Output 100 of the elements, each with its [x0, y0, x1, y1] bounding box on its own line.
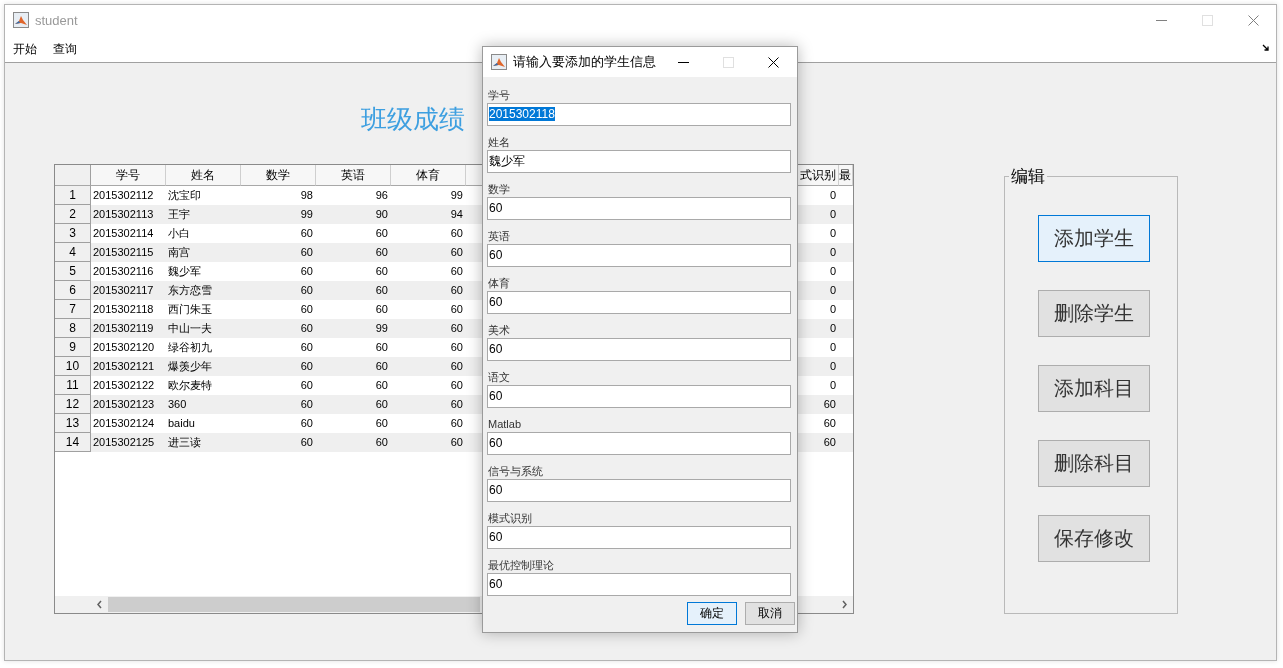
- dialog-button[interactable]: 确定: [687, 602, 737, 625]
- table-cell-text: 60: [299, 245, 314, 260]
- table-cell-text: 2015302112: [92, 188, 155, 203]
- column-header: 英语: [316, 165, 391, 186]
- input-field[interactable]: 60: [487, 244, 791, 267]
- scrollbar-thumb[interactable]: [108, 597, 480, 612]
- table-cell-text: 60: [299, 283, 314, 298]
- table-cell-text: 2015302123: [92, 397, 156, 412]
- table-cell-text: 60: [374, 397, 389, 412]
- row-number: 12: [55, 395, 91, 414]
- table-cell-text: 0: [828, 245, 837, 260]
- row-number: 1: [55, 186, 91, 205]
- field-label: 姓名: [487, 135, 510, 150]
- field-label: 信号与系统: [487, 464, 543, 479]
- table-cell-text: 60: [299, 264, 314, 279]
- table-cell-text: 魏少军: [167, 264, 202, 279]
- group-title: 编辑: [1010, 166, 1046, 186]
- window-title: student: [35, 12, 78, 28]
- app-peak-icon: [13, 12, 29, 28]
- action-button[interactable]: 添加科目: [1038, 365, 1150, 412]
- row-number: 9: [55, 338, 91, 357]
- table-cell-text: 60: [299, 302, 314, 317]
- table-cell-text: baidu: [167, 416, 196, 431]
- table-cell-text: 2015302114: [92, 226, 155, 241]
- dialog-button[interactable]: 取消: [745, 602, 795, 625]
- row-number: 3: [55, 224, 91, 243]
- field-label: 体育: [487, 276, 510, 291]
- app-peak-icon: [491, 54, 507, 70]
- field-label: 最优控制理论: [487, 558, 554, 573]
- close-icon[interactable]: [768, 56, 779, 68]
- action-button[interactable]: 添加学生: [1038, 215, 1150, 262]
- table-cell-text: 60: [374, 340, 389, 355]
- table-cell-text: 60: [449, 302, 464, 317]
- input-field[interactable]: 60: [487, 385, 791, 408]
- action-button[interactable]: 保存修改: [1038, 515, 1150, 562]
- menu-item[interactable]: 查询: [45, 38, 85, 59]
- table-cell-text: 60: [449, 359, 464, 374]
- action-button[interactable]: 删除学生: [1038, 290, 1150, 337]
- table-cell-text: 东方恋雪: [167, 283, 213, 298]
- row-number: 13: [55, 414, 91, 433]
- input-field[interactable]: 2015302118: [487, 103, 791, 126]
- column-header: 式识别: [798, 165, 839, 186]
- row-number: 11: [55, 376, 91, 395]
- table-cell-text: 60: [822, 435, 837, 450]
- table-cell-text: 60: [374, 416, 389, 431]
- table-cell-text: 王宇: [167, 207, 191, 222]
- table-cell-text: 60: [449, 378, 464, 393]
- input-field[interactable]: 60: [487, 573, 791, 596]
- table-cell-text: 2015302116: [92, 264, 155, 279]
- table-cell-text: 60: [299, 378, 314, 393]
- table-cell-text: 爆羡少年: [167, 359, 213, 374]
- table-cell-text: 60: [374, 245, 389, 260]
- table-cell-text: 60: [374, 378, 389, 393]
- table-cell-text: 60: [299, 340, 314, 355]
- action-button[interactable]: 删除科目: [1038, 440, 1150, 487]
- input-field[interactable]: 60: [487, 197, 791, 220]
- table-cell-text: 小白: [167, 226, 191, 241]
- table-cell-text: 94: [449, 207, 464, 222]
- table-cell-text: 99: [299, 207, 314, 222]
- table-cell-text: 南宫: [167, 245, 191, 260]
- row-number: 7: [55, 300, 91, 319]
- field-label: 美术: [487, 323, 510, 338]
- column-header: 姓名: [166, 165, 241, 186]
- row-number: 14: [55, 433, 91, 452]
- field-label: 数学: [487, 182, 510, 197]
- table-cell-text: 90: [374, 207, 389, 222]
- menu-item[interactable]: 开始: [5, 38, 45, 59]
- table-cell-text: 西门朱玉: [167, 302, 213, 317]
- table-cell-text: 60: [299, 226, 314, 241]
- table-cell-text: 2015302119: [92, 321, 155, 336]
- row-number: 10: [55, 357, 91, 376]
- table-cell-text: 0: [828, 378, 837, 393]
- table-cell-text: 0: [828, 226, 837, 241]
- page-heading: 班级成绩: [361, 103, 465, 135]
- input-field[interactable]: 60: [487, 526, 791, 549]
- table-cell-text: 99: [449, 188, 464, 203]
- input-field[interactable]: 60: [487, 338, 791, 361]
- table-cell-text: 2015302121: [92, 359, 156, 374]
- table-cell-text: 96: [374, 188, 389, 203]
- column-header: 体育: [391, 165, 466, 186]
- table-cell-text: 2015302120: [92, 340, 156, 355]
- table-cell-text: 60: [449, 340, 464, 355]
- table-cell-text: 60: [374, 359, 389, 374]
- dock-arrow-icon[interactable]: [1262, 43, 1270, 52]
- row-number: 5: [55, 262, 91, 281]
- row-number: 8: [55, 319, 91, 338]
- table-cell-text: 60: [374, 435, 389, 450]
- row-number: 6: [55, 281, 91, 300]
- input-field[interactable]: 60: [487, 291, 791, 314]
- table-cell-text: 99: [374, 321, 389, 336]
- table-cell-text: 0: [828, 188, 837, 203]
- table-cell-text: 2015302124: [92, 416, 156, 431]
- table-cell-text: 60: [449, 245, 464, 260]
- table-cell-text: 0: [828, 264, 837, 279]
- input-field[interactable]: 魏少军: [487, 150, 791, 173]
- table-cell-text: 0: [828, 340, 837, 355]
- input-field[interactable]: 60: [487, 432, 791, 455]
- table-cell-text: 中山一夫: [167, 321, 213, 336]
- dialog-title: 请输入要添加的学生信息: [513, 53, 656, 71]
- input-field[interactable]: 60: [487, 479, 791, 502]
